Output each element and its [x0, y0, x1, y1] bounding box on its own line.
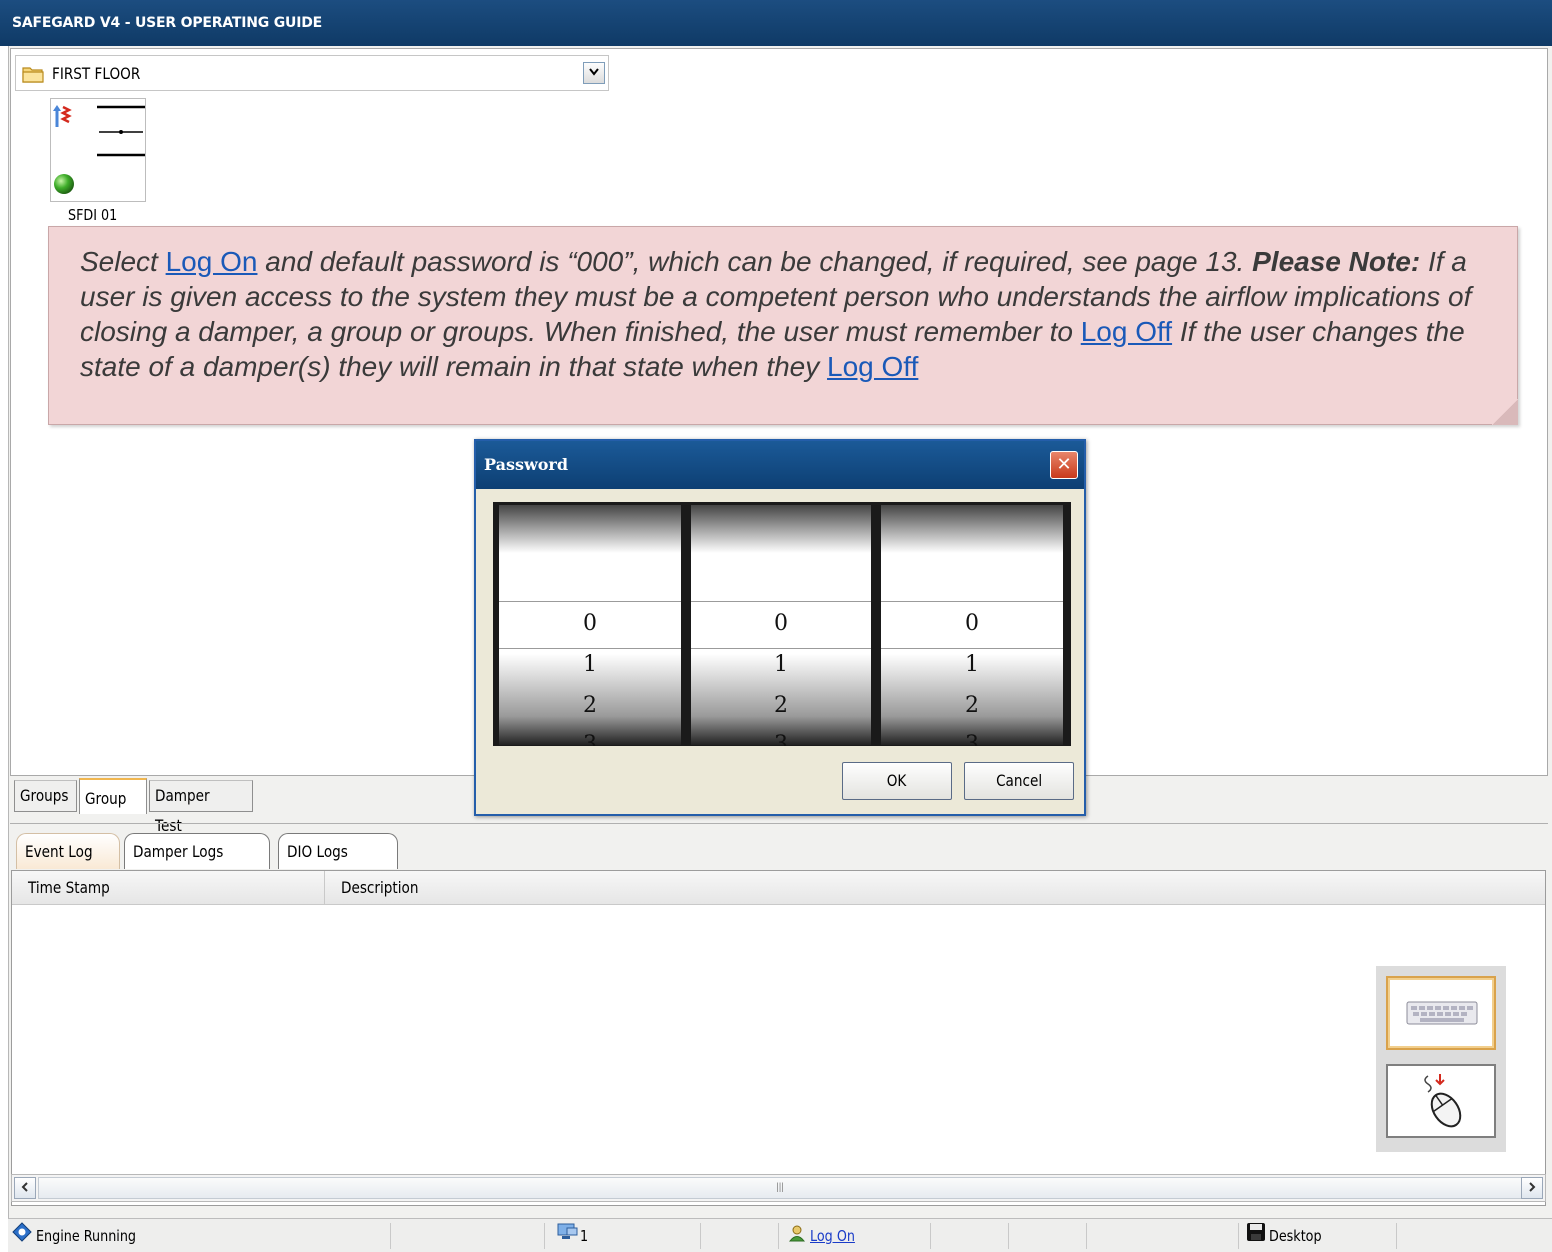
status-bar: Engine Running 1 Log On Desktop	[8, 1218, 1552, 1252]
scroll-thumb[interactable]: |||	[38, 1177, 1522, 1199]
column-header-time-stamp[interactable]: Time Stamp	[12, 871, 324, 905]
drum-digit: 1	[583, 652, 597, 677]
scroll-right-button[interactable]	[1521, 1177, 1543, 1199]
note-please-note: Please Note:	[1252, 246, 1421, 277]
password-drum-frame: 0 1 2 3 0 1 2 3 0 1 2 3	[493, 502, 1071, 746]
drum-digit: 2	[583, 693, 597, 718]
tab-damper-logs-label: Damper Logs	[133, 842, 224, 861]
drum-digit: 1	[965, 652, 979, 677]
user-icon	[788, 1220, 806, 1252]
column-label: Description	[341, 878, 419, 897]
instruction-note: Select Log On and default password is “0…	[48, 226, 1518, 425]
chevron-down-icon[interactable]	[583, 62, 605, 84]
tab-group[interactable]: Group	[79, 778, 147, 814]
note-log-off-link-1[interactable]: Log Off	[1081, 316, 1172, 347]
cancel-button-label: Cancel	[995, 771, 1043, 790]
cancel-button[interactable]: Cancel	[964, 762, 1074, 800]
drum-digit: 1	[774, 652, 788, 677]
note-log-off-link-2[interactable]: Log Off	[827, 351, 918, 382]
status-engine-text: Engine Running	[36, 1227, 137, 1245]
keyboard-mode-button[interactable]	[1386, 976, 1496, 1050]
password-drum-3[interactable]: 0 1 2 3	[881, 505, 1063, 746]
drum-digit: 2	[965, 693, 979, 718]
mouse-icon	[1418, 1072, 1468, 1137]
drum-digit: 0	[965, 611, 979, 636]
password-dialog-title-bar[interactable]: Password ✕	[476, 441, 1084, 489]
ok-button-label: OK	[887, 771, 907, 790]
note-log-on-link[interactable]: Log On	[166, 246, 258, 277]
drum-digit: 0	[774, 611, 788, 636]
close-icon[interactable]: ✕	[1050, 451, 1078, 479]
drum-digit: 3	[499, 734, 681, 746]
input-mode-panel	[1376, 966, 1506, 1152]
mouse-mode-button[interactable]	[1386, 1064, 1496, 1138]
status-led-icon	[53, 173, 75, 200]
status-desktop-text: Desktop	[1269, 1227, 1322, 1245]
status-log-on[interactable]: Log On	[788, 1219, 863, 1252]
status-connections: 1	[556, 1219, 590, 1252]
scroll-left-button[interactable]	[14, 1177, 36, 1199]
app-title: SAFEGARD V4 - USER OPERATING GUIDE	[12, 15, 322, 31]
event-log-table[interactable]: Time Stamp Description	[11, 870, 1546, 1206]
app-title-bar: SAFEGARD V4 - USER OPERATING GUIDE	[0, 0, 1552, 46]
drum-digit: 3	[691, 734, 871, 746]
folder-icon	[22, 65, 44, 88]
tab-damper-test[interactable]: Damper Test	[149, 780, 253, 835]
keyboard-icon	[1406, 1000, 1478, 1031]
drum-digit: 2	[774, 693, 788, 718]
horizontal-scrollbar[interactable]: |||	[11, 1174, 1546, 1202]
network-icon	[556, 1220, 578, 1252]
chevron-right-icon	[1529, 1182, 1536, 1192]
device-tile-sfdi01[interactable]	[50, 98, 146, 202]
ok-button[interactable]: OK	[842, 762, 952, 800]
tab-event-log[interactable]: Event Log	[16, 833, 120, 869]
column-label: Time Stamp	[28, 878, 110, 897]
floor-selector-value: FIRST FLOOR	[52, 64, 141, 83]
password-drum-1[interactable]: 0 1 2 3	[499, 505, 681, 746]
status-desktop: Desktop	[1246, 1219, 1331, 1252]
engine-icon	[12, 1220, 32, 1252]
floor-selector[interactable]: FIRST FLOOR	[15, 55, 609, 91]
tab-event-log-label: Event Log	[25, 842, 93, 861]
device-name: SFDI 01	[68, 206, 118, 224]
tab-damper-logs[interactable]: Damper Logs	[124, 833, 270, 869]
note-page-curl	[1492, 399, 1518, 425]
column-header-description[interactable]: Description	[324, 871, 724, 905]
status-log-on-link[interactable]: Log On	[810, 1219, 855, 1252]
drum-digit: 0	[583, 611, 597, 636]
note-text-2: and default password is “000”, which can…	[257, 246, 1253, 277]
airflow-icon	[53, 103, 73, 134]
tab-group-label: Group	[85, 789, 127, 808]
password-dialog: Password ✕ 0 1 2 3 0 1 2 3 0 1 2 3 OK Ca…	[474, 439, 1086, 816]
password-dialog-title: Password	[484, 455, 569, 474]
table-header: Time Stamp Description	[12, 871, 1545, 905]
drum-digit: 3	[881, 734, 1063, 746]
status-engine: Engine Running	[12, 1219, 154, 1252]
status-connections-count: 1	[580, 1227, 589, 1245]
note-text-1: Select	[80, 246, 166, 277]
save-disk-icon	[1246, 1220, 1266, 1252]
tab-groups[interactable]: Groups	[14, 780, 77, 812]
chevron-left-icon	[21, 1182, 28, 1192]
tab-groups-label: Groups	[20, 786, 69, 805]
damper-icon	[97, 105, 145, 162]
password-drum-2[interactable]: 0 1 2 3	[691, 505, 871, 746]
tab-dio-logs-label: DIO Logs	[287, 842, 348, 861]
tab-dio-logs[interactable]: DIO Logs	[278, 833, 398, 869]
